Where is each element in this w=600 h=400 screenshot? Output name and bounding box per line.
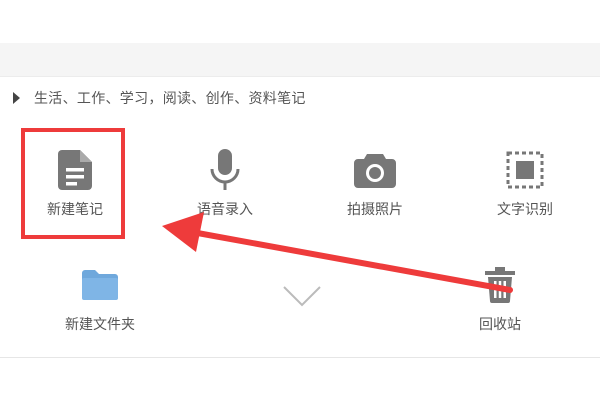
app-screen: 生活、工作、学习，阅读、创作、资料笔记 新建笔记 语音录入 拍摄照片 文字识别 … [0,0,600,400]
hint-row: 生活、工作、学习，阅读、创作、资料笔记 [13,88,306,108]
take-photo-button[interactable]: 拍摄照片 [320,147,430,227]
voice-input-label: 语音录入 [197,202,253,218]
hint-text: 生活、工作、学习，阅读、创作、资料笔记 [34,91,306,107]
document-icon [52,147,98,193]
recycle-bin-label: 回收站 [479,317,521,333]
folder-icon [77,262,123,308]
text-recognition-label: 文字识别 [497,202,553,218]
top-band [0,43,600,76]
text-recognition-button[interactable]: 文字识别 [470,147,580,227]
microphone-icon [202,147,248,193]
recycle-bin-button[interactable]: 回收站 [445,262,555,342]
take-photo-label: 拍摄照片 [347,202,403,218]
voice-input-button[interactable]: 语音录入 [170,147,280,227]
new-note-label: 新建笔记 [47,202,103,218]
camera-icon [352,147,398,193]
triangle-right-icon [13,92,20,104]
trash-icon [477,262,523,308]
new-folder-label: 新建文件夹 [65,317,135,333]
new-folder-button[interactable]: 新建文件夹 [45,262,155,342]
scan-text-icon [502,147,548,193]
new-note-button[interactable]: 新建笔记 [20,147,130,227]
chevron-down-icon[interactable] [282,284,322,308]
